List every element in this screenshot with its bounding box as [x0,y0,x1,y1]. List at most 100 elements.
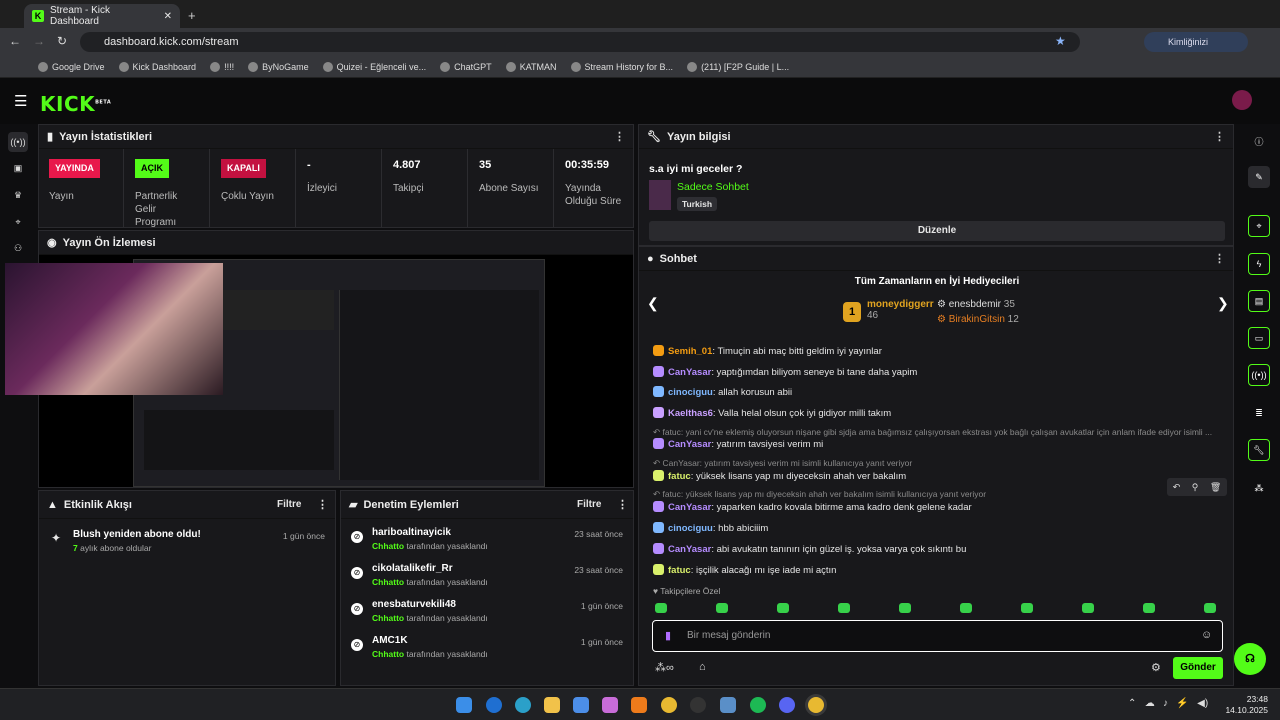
chat-username[interactable]: CanYasar [668,439,711,450]
emote-icon[interactable] [1021,603,1033,613]
chat-message[interactable]: Kaelthas6: Valla helal olsun çok iyi gid… [653,407,891,419]
tray-icons[interactable]: ⌃ ☁ ♪ ⚡ ◀) [1128,698,1208,709]
emote-icon[interactable] [655,603,667,613]
banned-user[interactable]: cikolatalikefir_Rr [372,563,453,574]
reload-icon[interactable]: ↻ [57,34,67,48]
close-tab-icon[interactable]: ✕ [164,11,172,22]
category-link[interactable]: Sadece Sohbet [677,181,749,193]
chat-bubble-icon[interactable]: ▭ [1248,327,1270,349]
new-tab-icon[interactable]: + [188,8,196,23]
chat-input[interactable]: ▮ Bir mesaj gönderin ☺ [652,620,1223,652]
spotify-icon[interactable] [750,697,766,713]
chat-message[interactable]: fatuc: yüksek lisans yap mı diyeceksin a… [653,470,906,482]
back-icon[interactable]: ← [9,34,21,48]
app-icon[interactable] [573,697,589,713]
emote-icon[interactable] [960,603,972,613]
chat-username[interactable]: Semih_01 [668,346,712,357]
mod-filter-button[interactable]: Filtre [577,499,601,510]
verify-identity-button[interactable]: Kimliğinizi doğrulayın [1144,32,1248,67]
tab-stream[interactable]: K Stream - Kick Dashboard ✕ [24,4,180,28]
folder-icon[interactable] [544,697,560,713]
info-icon[interactable]: ⓘ [1248,130,1270,152]
emote-icon[interactable] [838,603,850,613]
chat-username[interactable]: cinociguu [668,387,713,398]
bookmark-item[interactable]: Google Drive [38,61,105,72]
emote-icon[interactable] [1143,603,1155,613]
broadcast-icon[interactable]: ((•)) [1248,364,1270,386]
dashboard-icon[interactable]: ▣ [8,158,28,178]
app-icon[interactable] [486,697,502,713]
bookmark-item[interactable]: Stream History for B... [570,61,673,72]
chat-message[interactable]: Semih_01: Timuçin abi maç bitti geldim i… [653,345,882,357]
layers-icon[interactable]: ≣ [1248,402,1270,424]
chat-username[interactable]: fatuc [668,565,691,576]
app-icon[interactable] [720,697,736,713]
chat-username[interactable]: CanYasar [668,544,711,555]
users-icon[interactable]: ⚇ [8,238,28,258]
chat-message[interactable]: CanYasar: yatırım tavsiyesi verim mi [653,438,823,450]
settings-gear-icon[interactable]: ⚙ [1151,661,1161,674]
bookmark-item[interactable]: ByNoGame [248,61,309,72]
pin-icon[interactable]: ⚲ [1192,482,1199,493]
kick-logo[interactable]: KICKBETA [40,92,111,116]
moderator-name[interactable]: Chhatto [372,577,404,587]
chat-username[interactable]: Kaelthas6 [668,408,713,419]
more-icon[interactable]: ⋮ [614,130,625,143]
mic-icon[interactable]: ▮ [665,629,671,642]
emote-icon[interactable] [716,603,728,613]
emoji-icon[interactable]: ☺ [1201,629,1212,641]
banned-user[interactable]: hariboaltinayicik [372,527,451,538]
edit-button[interactable]: Düzenle [649,221,1225,241]
target-icon[interactable]: ⌖ [1248,215,1270,237]
chrome-icon[interactable] [661,697,677,713]
more-icon[interactable]: ⋮ [617,498,628,511]
url-input[interactable]: dashboard.kick.com/stream [80,32,1080,52]
app-icon[interactable] [690,697,706,713]
chrome-active-icon[interactable] [808,697,824,713]
moderation-icon[interactable]: ⌖ [8,212,28,232]
chat-username[interactable]: CanYasar [668,502,711,513]
bookmark-item[interactable]: Quizei - Eğlenceli ve... [322,61,426,72]
bookmark-item[interactable]: !!!! [210,61,234,72]
more-icon[interactable]: ⋮ [1214,130,1225,143]
banned-user[interactable]: AMC1K [372,635,408,646]
moderator-name[interactable]: Chhatto [372,649,404,659]
delete-icon[interactable]: 🗑︎ [1210,482,1221,493]
emote-icon[interactable] [1082,603,1094,613]
chat-message[interactable]: CanYasar: yaparken kadro kovala bitirme … [653,501,972,513]
wrench-icon[interactable]: 🔧︎ [1248,439,1270,461]
next-arrow-icon[interactable]: ❯ [1217,295,1229,312]
bolt-icon[interactable]: ϟ [1248,253,1270,275]
forward-icon[interactable]: → [33,34,45,48]
share-icon[interactable]: ⁂ [1248,477,1270,499]
vlc-icon[interactable] [631,697,647,713]
chat-message[interactable]: cinociguu: hbb abiciiim [653,522,768,534]
moderator-name[interactable]: Chhatto [372,541,404,551]
reply-icon[interactable]: ↶ [1173,482,1181,493]
bookmark-item[interactable]: Kick Dashboard [118,61,196,72]
bookmark-item[interactable]: ChatGPT [440,61,492,72]
bookmark-item[interactable]: (211) [F2P Guide | L... [687,61,789,72]
clipboard-icon[interactable]: ▤ [1248,290,1270,312]
chat-username[interactable]: fatuc [668,471,691,482]
prev-arrow-icon[interactable]: ❮ [647,295,659,312]
chat-username[interactable]: CanYasar [668,367,711,378]
store-icon[interactable]: ⌂ [699,661,706,673]
start-icon[interactable] [456,697,472,713]
support-button[interactable]: ☊ [1234,643,1266,675]
more-icon[interactable]: ⋮ [317,498,328,511]
bookmark-star-icon[interactable]: ★ [1055,34,1066,48]
banned-user[interactable]: enesbaturvekili48 [372,599,456,610]
more-icon[interactable]: ⋮ [1214,252,1225,265]
user-avatar[interactable] [1232,90,1252,110]
edge-icon[interactable] [515,697,531,713]
copilot-icon[interactable] [602,697,618,713]
emote-icon[interactable] [1204,603,1216,613]
chat-message[interactable]: CanYasar: abi avukatın tanınırı için güz… [653,543,966,555]
emote-menu-icon[interactable]: ⁂∞ [655,661,674,674]
trophy-icon[interactable]: ♛ [8,185,28,205]
emote-icon[interactable] [777,603,789,613]
live-icon[interactable]: ((•)) [8,132,28,152]
chat-message[interactable]: CanYasar: yaptığımdan biliyom seneye bi … [653,366,917,378]
send-button[interactable]: Gönder [1173,657,1223,679]
